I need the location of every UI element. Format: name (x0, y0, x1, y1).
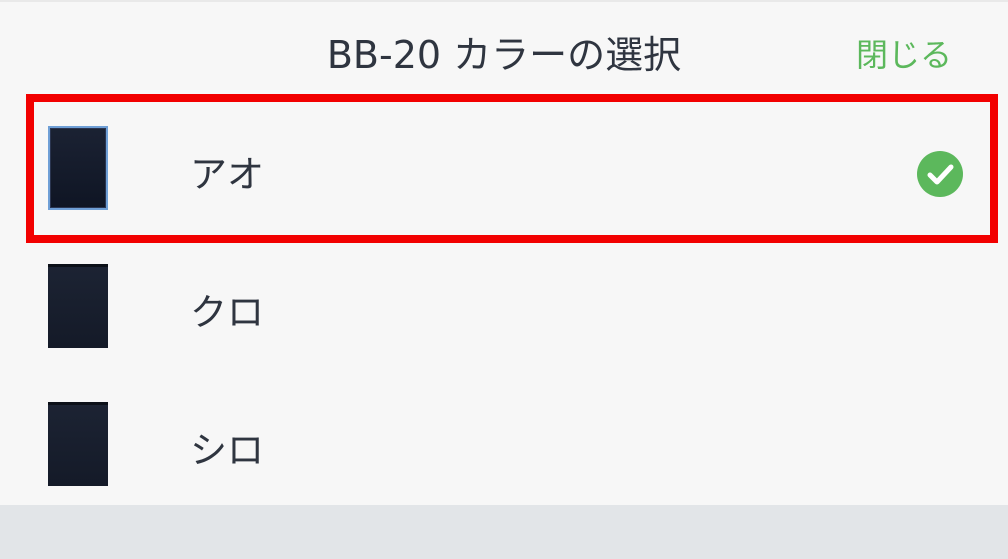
color-thumbnail (48, 402, 108, 486)
color-selection-sheet: BB-20 カラーの選択 閉じる アオ クロ シロ (0, 0, 1008, 505)
color-option-ao[interactable]: アオ (0, 104, 1008, 238)
color-option-label: シロ (190, 429, 264, 472)
color-thumbnail (48, 264, 108, 348)
color-option-label: クロ (190, 291, 264, 334)
color-option-label: アオ (190, 153, 264, 196)
check-circle-icon (917, 151, 963, 197)
color-option-shiro[interactable]: シロ (0, 380, 1008, 514)
sheet-header: BB-20 カラーの選択 閉じる (0, 2, 1008, 98)
close-button[interactable]: 閉じる (856, 32, 952, 78)
color-option-kuro[interactable]: クロ (0, 242, 1008, 376)
bottom-bar (0, 505, 1008, 559)
color-thumbnail (48, 126, 108, 210)
